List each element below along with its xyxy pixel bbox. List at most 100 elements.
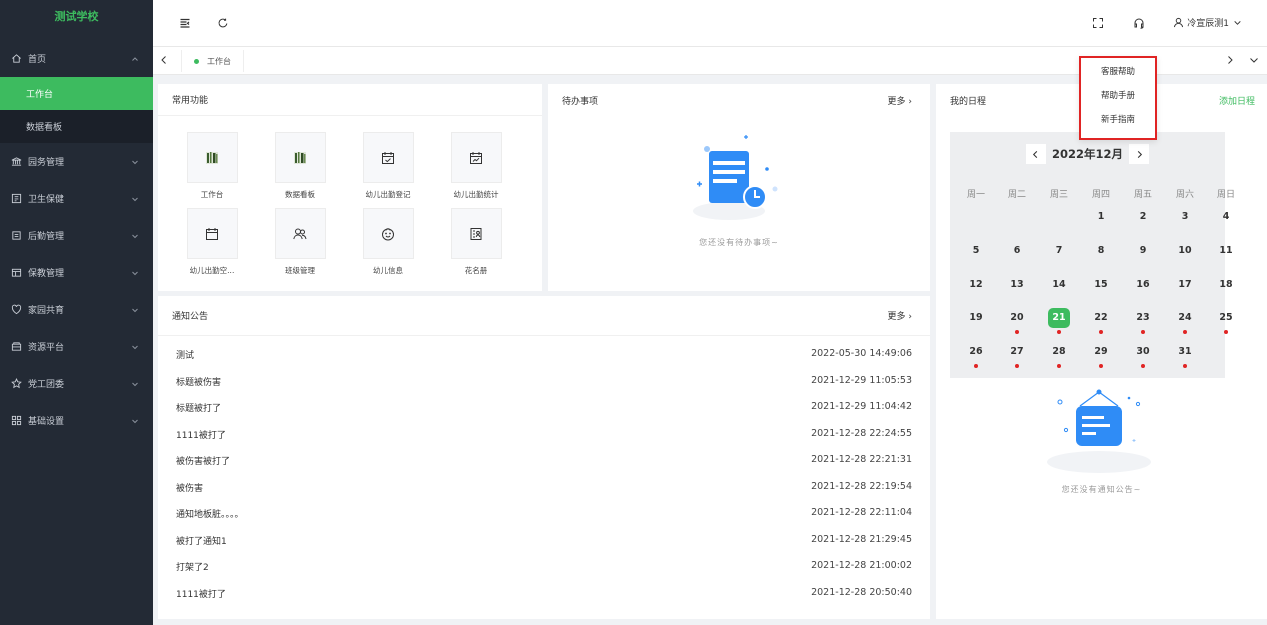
calendar-day[interactable]: 6 [1006, 241, 1028, 261]
dropdown-customer-service[interactable]: 客服帮助 [1081, 62, 1155, 82]
tabs-scroll-right-icon[interactable] [1225, 55, 1235, 65]
headset-icon[interactable] [1133, 17, 1145, 29]
calendar-day[interactable]: 12 [965, 275, 987, 295]
function-attendance-register[interactable]: 幼儿出勤登记 [344, 132, 432, 200]
chevron-down-icon [131, 158, 139, 166]
calendar-day[interactable]: 3 [1174, 207, 1196, 227]
calendar-day[interactable]: 1 [1090, 207, 1112, 227]
resources-icon [10, 341, 22, 353]
todo-panel: 待办事项 更多 › 您还没有待办事项~ [548, 84, 930, 291]
notice-title: 标题被打了 [176, 404, 222, 414]
sidebar-subitem-dashboard[interactable]: 数据看板 [0, 110, 153, 143]
calendar-day[interactable]: 27 [1006, 342, 1028, 368]
notice-title: 通知地板脏。。。。 [176, 510, 244, 520]
notice-row[interactable]: 被伤害被打了 2021-12-28 22:21:31 [176, 454, 912, 468]
function-roster[interactable]: 花名册 [432, 208, 520, 276]
calendar-day[interactable]: 16 [1132, 275, 1154, 295]
sidebar-item-home[interactable]: 首页 [0, 40, 153, 77]
calendar-day[interactable]: 7 [1048, 241, 1070, 261]
calendar-day[interactable]: 30 [1132, 342, 1154, 368]
function-attendance-empty[interactable]: 幼儿出勤空... [168, 208, 256, 276]
sidebar-item-party[interactable]: 党工团委 [0, 365, 153, 402]
function-attendance-stats[interactable]: 幼儿出勤统计 [432, 132, 520, 200]
calendar-day[interactable]: 8 [1090, 241, 1112, 261]
notice-row[interactable]: 通知地板脏。。。。 2021-12-28 22:11:04 [176, 507, 912, 521]
tabs-more-icon[interactable] [1249, 55, 1259, 65]
calendar-day[interactable]: 26 [965, 342, 987, 368]
dropdown-help-manual[interactable]: 帮助手册 [1081, 86, 1155, 106]
chevron-down-icon [131, 306, 139, 314]
notice-row[interactable]: 打架了2 2021-12-28 21:00:02 [176, 560, 912, 574]
fullscreen-icon[interactable] [1092, 17, 1104, 29]
bamboo-image-icon [206, 151, 218, 164]
calendar-day[interactable]: 15 [1090, 275, 1112, 295]
sidebar-item-basic-settings[interactable]: 基础设置 [0, 402, 153, 439]
calendar-day[interactable]: 2 [1132, 207, 1154, 227]
notice-row[interactable]: 被伤害 2021-12-28 22:19:54 [176, 481, 912, 495]
calendar-day[interactable]: 28 [1048, 342, 1070, 368]
notice-row[interactable]: 标题被打了 2021-12-29 11:04:42 [176, 401, 912, 415]
calendar-day[interactable]: 29 [1090, 342, 1112, 368]
menu-collapse-icon[interactable] [179, 17, 191, 29]
todo-more-link[interactable]: 更多 › [888, 94, 912, 107]
notices-more-link[interactable]: 更多 › [888, 309, 912, 322]
event-dot [974, 364, 978, 368]
notice-row[interactable]: 标题被伤害 2021-12-29 11:05:53 [176, 375, 912, 389]
sidebar-item-education[interactable]: 保教管理 [0, 254, 153, 291]
calendar-day[interactable]: 5 [965, 241, 987, 261]
chevron-down-icon [1234, 21, 1241, 25]
calendar-weekday: 周日 [1216, 190, 1235, 200]
sidebar-item-logistics[interactable]: 后勤管理 [0, 217, 153, 254]
calendar-check-icon [382, 151, 394, 164]
function-workbench[interactable]: 工作台 [168, 132, 256, 200]
calendar-day[interactable]: 13 [1006, 275, 1028, 295]
calendar-day[interactable]: 31 [1174, 342, 1196, 368]
calendar-day[interactable]: 17 [1174, 275, 1196, 295]
notice-row[interactable]: 1111被打了 2021-12-28 20:50:40 [176, 587, 912, 601]
calendar-day[interactable]: 10 [1174, 241, 1196, 261]
calendar-next-button[interactable] [1129, 144, 1149, 164]
sidebar-item-resources[interactable]: 资源平台 [0, 328, 153, 365]
top-header: 冷宣辰测1 [153, 0, 1267, 47]
calendar-weekday: 周三 [1049, 190, 1068, 200]
sidebar-item-label: 基础设置 [28, 417, 65, 427]
tab-workbench[interactable]: 工作台 [181, 50, 244, 72]
refresh-icon[interactable] [217, 17, 229, 29]
tabs-scroll-left-icon[interactable] [159, 55, 169, 65]
chevron-down-icon [131, 380, 139, 388]
dropdown-beginner-guide[interactable]: 新手指南 [1081, 110, 1155, 130]
sidebar-item-campus-affairs[interactable]: 园务管理 [0, 143, 153, 180]
notice-row[interactable]: 1111被打了 2021-12-28 22:24:55 [176, 428, 912, 442]
notice-time: 2021-12-28 21:00:02 [811, 560, 912, 571]
user-menu[interactable]: 冷宣辰测1 [1173, 16, 1245, 29]
add-schedule-link[interactable]: 添加日程 [1219, 94, 1255, 107]
notice-row[interactable]: 测试 2022-05-30 14:49:06 [176, 348, 912, 362]
calendar-prev-button[interactable] [1025, 144, 1046, 164]
calendar-day[interactable]: 11 [1215, 241, 1237, 261]
sidebar-item-home-school[interactable]: 家园共育 [0, 291, 153, 328]
calendar-day[interactable]: 23 [1132, 308, 1154, 334]
calendar-day[interactable]: 24 [1174, 308, 1196, 334]
calendar-day[interactable]: 14 [1048, 275, 1070, 295]
calendar-day[interactable]: 25 [1215, 308, 1237, 334]
calendar-day[interactable]: 9 [1132, 241, 1154, 261]
function-dashboard[interactable]: 数据看板 [256, 132, 344, 200]
sidebar-subitem-workbench[interactable]: 工作台 [0, 77, 153, 110]
help-dropdown: 客服帮助 帮助手册 新手指南 [1079, 56, 1157, 140]
notice-time: 2021-12-28 22:11:04 [811, 507, 912, 518]
sidebar-item-label: 保教管理 [28, 269, 65, 279]
calendar-weekday: 周五 [1133, 190, 1152, 200]
calendar-day[interactable]: 19 [965, 308, 987, 328]
star-icon [10, 378, 22, 390]
calendar-day[interactable]: 20 [1006, 308, 1028, 334]
notice-row[interactable]: 被打了通知1 2021-12-28 21:29:45 [176, 534, 912, 548]
event-dot [1099, 364, 1103, 368]
calendar-day[interactable]: 18 [1215, 275, 1237, 295]
calendar-day[interactable]: 22 [1090, 308, 1112, 334]
sidebar-item-health-care[interactable]: 卫生保健 [0, 180, 153, 217]
event-dot [1141, 364, 1145, 368]
calendar-day[interactable]: 4 [1215, 207, 1237, 227]
calendar-day[interactable]: 21 [1048, 308, 1070, 334]
function-child-info[interactable]: 幼儿信息 [344, 208, 432, 276]
function-class-management[interactable]: 班级管理 [256, 208, 344, 276]
